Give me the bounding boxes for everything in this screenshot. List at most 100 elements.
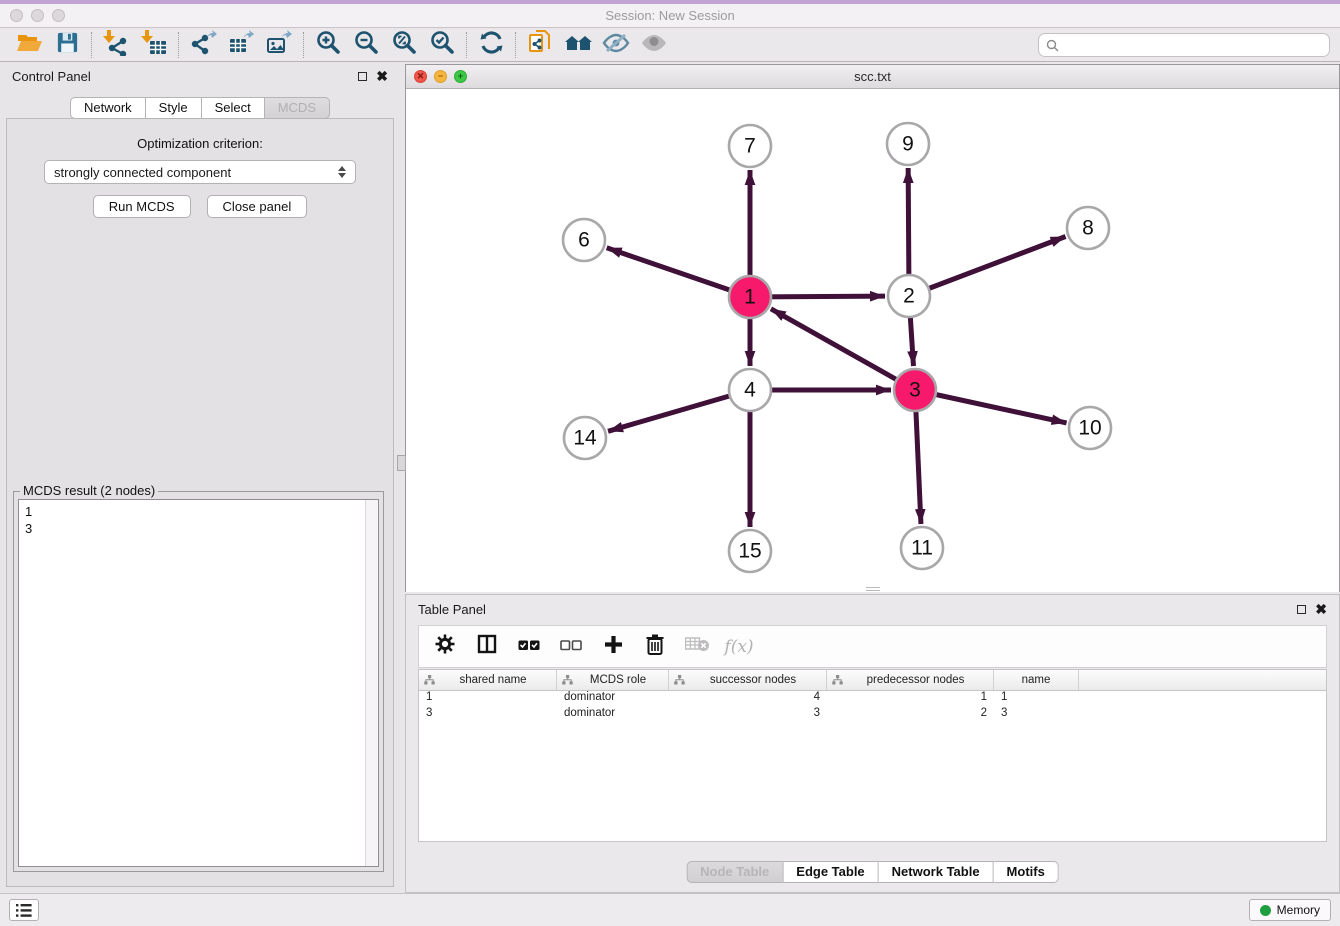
close-window-button[interactable] bbox=[10, 9, 23, 22]
column-header-shared-name[interactable]: shared name bbox=[419, 670, 557, 690]
import-network-button[interactable] bbox=[97, 30, 135, 60]
save-session-button[interactable] bbox=[48, 30, 86, 60]
hide-graphics-details-button[interactable] bbox=[597, 30, 635, 60]
zoom-window-button[interactable] bbox=[52, 9, 65, 22]
tab-network-table[interactable]: Network Table bbox=[879, 861, 994, 883]
column-visibility-icon bbox=[477, 634, 497, 659]
zoom-fit-button[interactable] bbox=[385, 30, 423, 60]
float-table-panel-icon[interactable] bbox=[1297, 605, 1306, 614]
graph-edge-3-1[interactable] bbox=[771, 309, 915, 390]
control-panel: Control Panel ✖ NetworkStyleSelectMCDS O… bbox=[0, 62, 400, 893]
export-table-button[interactable] bbox=[222, 30, 260, 60]
table-panel-title: Table Panel bbox=[418, 602, 486, 617]
export-network-button[interactable] bbox=[184, 30, 222, 60]
close-table-panel-icon[interactable]: ✖ bbox=[1315, 602, 1327, 616]
select-all-rows-icon bbox=[518, 638, 540, 656]
graph-edge-2-8[interactable] bbox=[909, 237, 1066, 296]
tab-node-table[interactable]: Node Table bbox=[686, 861, 783, 883]
table-cell[interactable]: 3 bbox=[419, 707, 557, 723]
panel-splitter-handle[interactable] bbox=[397, 455, 406, 471]
window-controls bbox=[10, 9, 65, 22]
delete-column-button[interactable] bbox=[639, 631, 671, 663]
import-table-button[interactable] bbox=[135, 30, 173, 60]
tab-edge-table[interactable]: Edge Table bbox=[783, 861, 878, 883]
column-header-successor-nodes[interactable]: successor nodes bbox=[669, 670, 827, 690]
search-input[interactable] bbox=[1064, 38, 1322, 52]
graph-edge-3-10[interactable] bbox=[915, 390, 1067, 423]
table-body: 1dominator4113dominator323 bbox=[419, 691, 1326, 723]
memory-button[interactable]: Memory bbox=[1249, 899, 1331, 921]
task-history-button[interactable] bbox=[9, 899, 39, 921]
graph-edge-1-6[interactable] bbox=[607, 248, 750, 297]
close-panel-button[interactable]: Close panel bbox=[207, 195, 308, 218]
column-header-name[interactable]: name bbox=[994, 670, 1079, 690]
duplicate-network-icon bbox=[527, 29, 554, 61]
table-row[interactable]: 3dominator323 bbox=[419, 707, 1326, 723]
duplicate-network-button[interactable] bbox=[521, 30, 559, 60]
graph-node-label-8: 8 bbox=[1082, 217, 1094, 240]
search-icon bbox=[1046, 39, 1059, 52]
result-scrollbar[interactable] bbox=[365, 500, 378, 866]
table-settings-button[interactable] bbox=[429, 631, 461, 663]
tab-style[interactable]: Style bbox=[146, 97, 202, 119]
table-cell[interactable]: 1 bbox=[994, 691, 1079, 707]
refresh-network-button[interactable] bbox=[472, 30, 510, 60]
select-all-rows-button[interactable] bbox=[513, 631, 545, 663]
table-cell[interactable]: 3 bbox=[669, 707, 827, 723]
graph-node-label-10: 10 bbox=[1078, 417, 1101, 440]
graph-node-label-7: 7 bbox=[744, 135, 756, 158]
column-visibility-button[interactable] bbox=[471, 631, 503, 663]
mcds-result-line: 1 bbox=[25, 503, 372, 520]
network-close-button[interactable]: ✕ bbox=[414, 70, 427, 83]
table-cell[interactable]: 4 bbox=[669, 691, 827, 707]
network-maximize-button[interactable]: + bbox=[454, 70, 467, 83]
zoom-selected-button[interactable] bbox=[423, 30, 461, 60]
tab-network[interactable]: Network bbox=[70, 97, 146, 119]
close-panel-icon[interactable]: ✖ bbox=[376, 69, 388, 83]
table-tabs: Node TableEdge TableNetwork TableMotifs bbox=[686, 861, 1059, 883]
zoom-in-button[interactable] bbox=[309, 30, 347, 60]
run-mcds-button[interactable]: Run MCDS bbox=[93, 195, 191, 218]
delete-table-button bbox=[681, 631, 713, 663]
export-image-icon bbox=[266, 30, 293, 61]
graph-node-label-11: 11 bbox=[911, 537, 933, 560]
network-window-titlebar[interactable]: ✕ − + scc.txt bbox=[406, 65, 1339, 89]
tab-mcds[interactable]: MCDS bbox=[265, 97, 330, 119]
function-builder-button: f(x) bbox=[723, 631, 755, 663]
table-cell[interactable]: 1 bbox=[827, 691, 994, 707]
table-header-row: shared nameMCDS rolesuccessor nodesprede… bbox=[419, 670, 1326, 691]
table-cell[interactable]: dominator bbox=[557, 691, 669, 707]
network-minimize-button[interactable]: − bbox=[434, 70, 447, 83]
table-cell[interactable]: 1 bbox=[419, 691, 557, 707]
minimize-window-button[interactable] bbox=[31, 9, 44, 22]
tab-select[interactable]: Select bbox=[202, 97, 265, 119]
toolbar-separator bbox=[515, 32, 516, 58]
criterion-dropdown[interactable]: strongly connected component bbox=[44, 160, 356, 184]
mcds-result-box[interactable]: 1 3 bbox=[18, 499, 379, 867]
control-panel-header: Control Panel ✖ bbox=[0, 62, 400, 90]
table-cell[interactable]: 2 bbox=[827, 707, 994, 723]
show-graphics-details-icon bbox=[640, 31, 668, 60]
export-image-button[interactable] bbox=[260, 30, 298, 60]
tab-motifs[interactable]: Motifs bbox=[994, 861, 1059, 883]
export-table-icon bbox=[228, 30, 255, 61]
table-cell[interactable]: 3 bbox=[994, 707, 1079, 723]
zoom-selected-icon bbox=[429, 29, 456, 61]
graph-node-label-3: 3 bbox=[909, 379, 921, 402]
column-header-predecessor-nodes[interactable]: predecessor nodes bbox=[827, 670, 994, 690]
network-graph[interactable]: 1234678910111415 bbox=[406, 89, 1339, 592]
zoom-out-button[interactable] bbox=[347, 30, 385, 60]
search-box[interactable] bbox=[1038, 33, 1330, 57]
add-column-button[interactable] bbox=[597, 631, 629, 663]
deselect-all-rows-button[interactable] bbox=[555, 631, 587, 663]
home-view-button[interactable] bbox=[559, 30, 597, 60]
table-row[interactable]: 1dominator411 bbox=[419, 691, 1326, 707]
open-session-button[interactable] bbox=[10, 30, 48, 60]
column-header-MCDS-role[interactable]: MCDS role bbox=[557, 670, 669, 690]
network-canvas[interactable]: 1234678910111415 bbox=[406, 89, 1339, 592]
float-panel-icon[interactable] bbox=[358, 72, 367, 81]
mcds-result-line: 3 bbox=[25, 520, 372, 537]
canvas-resize-handle[interactable] bbox=[866, 587, 880, 591]
table-cell[interactable]: dominator bbox=[557, 707, 669, 723]
graph-node-label-4: 4 bbox=[744, 379, 756, 402]
